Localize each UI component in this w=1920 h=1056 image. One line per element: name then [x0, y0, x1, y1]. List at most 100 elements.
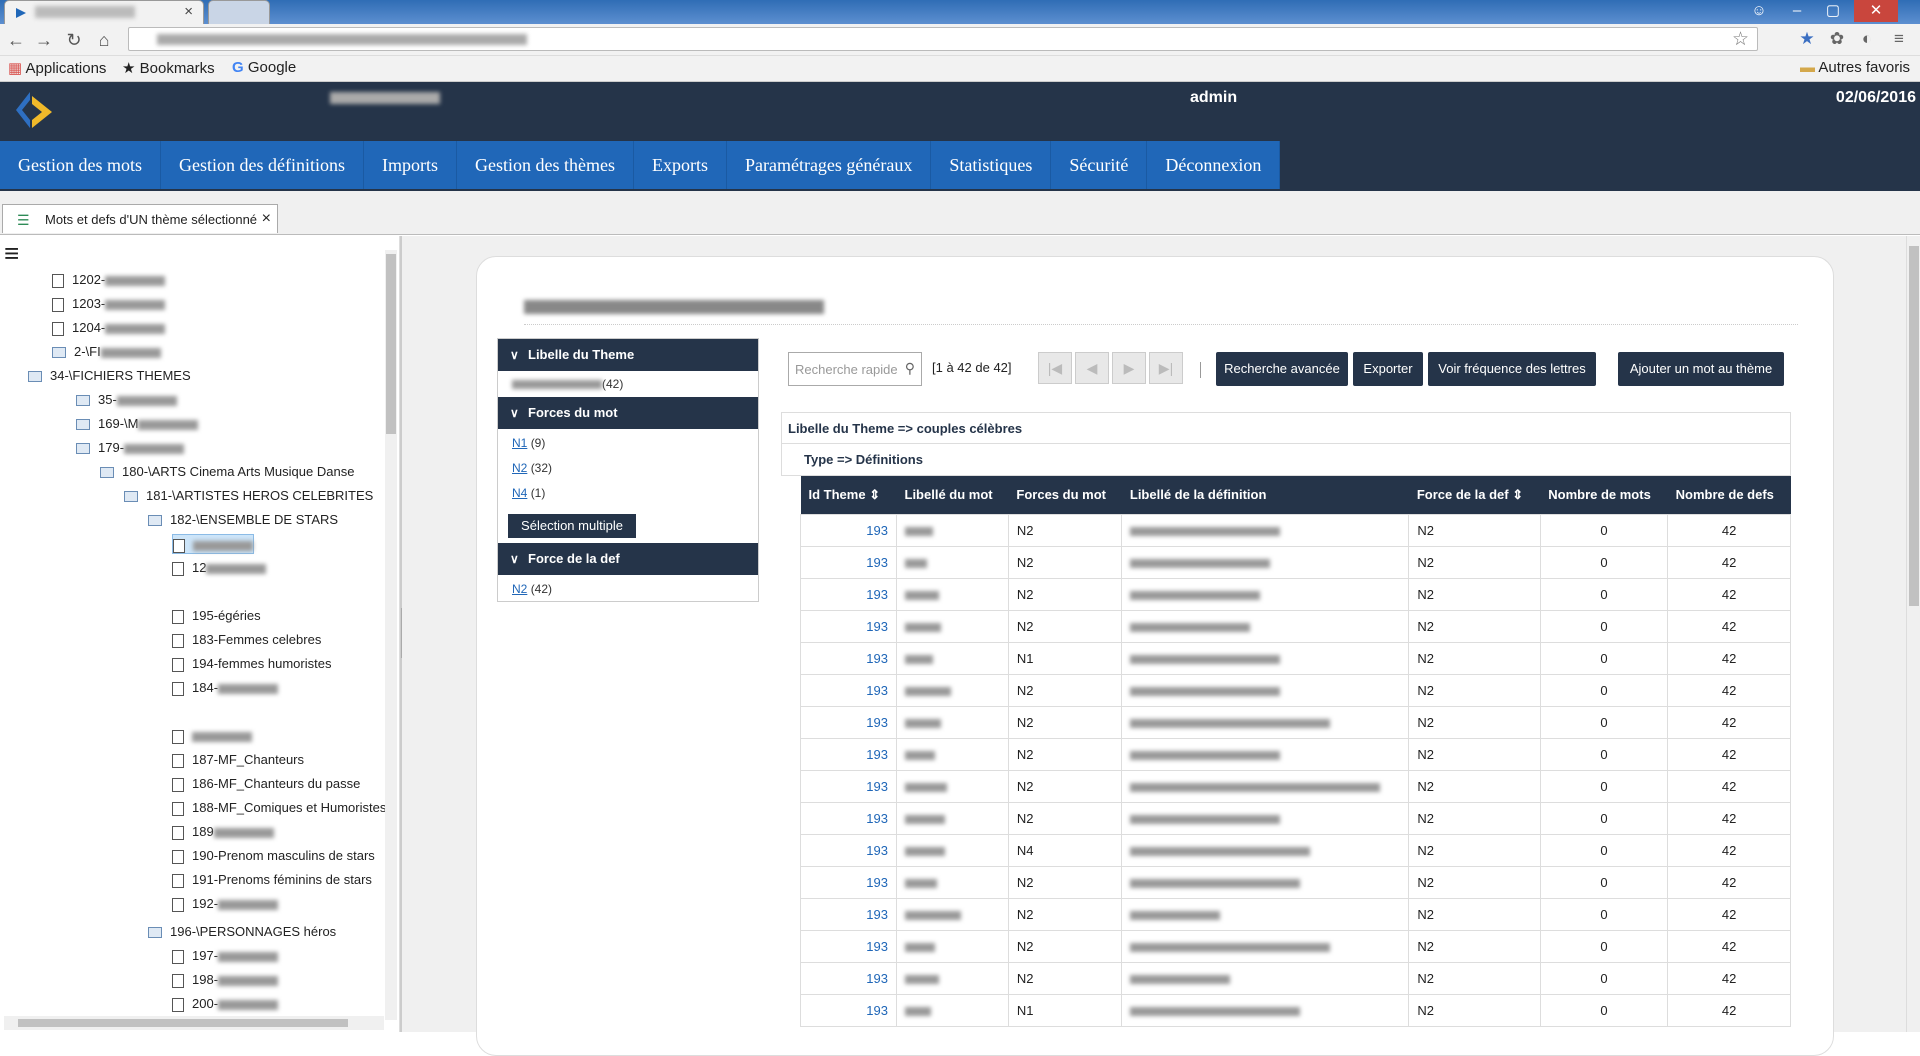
group-header-theme[interactable]: Libelle du Theme => couples célèbres — [781, 412, 1791, 444]
tree-item[interactable]: 183-Femmes celebres — [172, 630, 321, 650]
column-header[interactable]: Nombre de mots — [1540, 476, 1668, 514]
group-header-type[interactable]: Type => Définitions — [781, 444, 1791, 476]
tree-item[interactable]: 186-MF_Chanteurs du passe — [172, 774, 360, 794]
tree-item[interactable]: 1202- — [52, 270, 166, 290]
search-icon[interactable]: ⚲ — [905, 360, 915, 377]
tree-folder[interactable]: 180-\ARTS Cinema Arts Musique Danse — [100, 462, 354, 482]
bookmark-star-icon[interactable]: ☆ — [1732, 28, 1749, 51]
sort-icon[interactable]: ⇕ — [866, 487, 880, 502]
sort-icon[interactable]: ⇕ — [1509, 487, 1523, 502]
url-input[interactable]: ☆ — [128, 27, 1758, 51]
tree-item[interactable]: 197- — [172, 946, 279, 966]
table-row[interactable]: 193 N1 N2 0 42 — [800, 641, 1791, 675]
reload-icon[interactable]: ↻ — [62, 28, 86, 52]
menu-item[interactable]: Gestion des thèmes — [457, 141, 634, 189]
tree-item[interactable]: 12 — [172, 558, 267, 578]
tree-horizontal-scrollbar[interactable] — [4, 1016, 384, 1030]
menu-item[interactable]: Imports — [364, 141, 457, 189]
hamburger-icon[interactable]: ≡ — [4, 240, 19, 266]
column-header[interactable]: Libellé du mot — [896, 476, 1009, 514]
tree-folder[interactable]: 196-\PERSONNAGES héros — [148, 922, 336, 942]
menu-item[interactable]: Exports — [634, 141, 727, 189]
new-tab-button[interactable] — [208, 0, 270, 24]
extension-icon[interactable]: ◐ — [1856, 29, 1878, 51]
extension-icon[interactable]: ★ — [1796, 29, 1818, 51]
export-button[interactable]: Exporter — [1353, 352, 1423, 386]
table-row[interactable]: 193 N2 N2 0 42 — [800, 737, 1791, 771]
menu-item[interactable]: Paramétrages généraux — [727, 141, 932, 189]
table-row[interactable]: 193 N2 N2 0 42 — [800, 929, 1791, 963]
home-icon[interactable]: ⌂ — [92, 28, 116, 52]
column-header[interactable]: Nombre de defs — [1667, 476, 1791, 514]
close-tab-icon[interactable]: × — [184, 3, 193, 20]
facet-force-n2[interactable]: N2 (32) — [512, 461, 552, 475]
table-row[interactable]: 193 N2 N2 0 42 — [800, 705, 1791, 739]
tree-item[interactable]: 1203- — [52, 294, 166, 314]
tree-item[interactable]: 191-Prenoms féminins de stars — [172, 870, 372, 890]
tree-item[interactable]: 189 — [172, 822, 274, 842]
table-row[interactable]: 193 N2 N2 0 42 — [800, 577, 1791, 611]
browser-tab-active[interactable]: × — [4, 0, 204, 24]
facet-forces-header[interactable]: Forces du mot — [498, 397, 758, 429]
facet-force-n1[interactable]: N1 (9) — [512, 436, 545, 450]
first-page-icon[interactable]: |◀ — [1038, 352, 1072, 384]
column-header[interactable]: Force de la def ⇕ — [1408, 476, 1541, 514]
tree-folder[interactable]: 34-\FICHIERS THEMES — [28, 366, 191, 386]
facet-force-n4[interactable]: N4 (1) — [512, 486, 545, 500]
tree-item[interactable]: 187-MF_Chanteurs — [172, 750, 304, 770]
table-row[interactable]: 193 N2 N2 0 42 — [800, 769, 1791, 803]
table-row[interactable]: 193 N2 N2 0 42 — [800, 865, 1791, 899]
table-row[interactable]: 193 N2 N2 0 42 — [800, 545, 1791, 579]
menu-item[interactable]: Gestion des définitions — [161, 141, 364, 189]
advanced-search-button[interactable]: Recherche avancée — [1216, 352, 1348, 386]
menu-icon[interactable]: ≡ — [1888, 29, 1910, 51]
table-row[interactable]: 193 N2 N2 0 42 — [800, 609, 1791, 643]
column-header[interactable]: Id Theme ⇕ — [800, 476, 897, 514]
multi-select-button[interactable]: Sélection multiple — [508, 514, 636, 538]
menu-item[interactable]: Déconnexion — [1147, 141, 1281, 189]
tree-item[interactable]: 188-MF_Comiques et Humoristes — [172, 798, 386, 818]
menu-item[interactable]: Statistiques — [931, 141, 1052, 189]
facet-theme-value[interactable]: (42) — [512, 377, 623, 391]
last-page-icon[interactable]: ▶| — [1149, 352, 1183, 384]
forward-icon[interactable]: → — [32, 28, 56, 52]
back-icon[interactable]: ← — [4, 28, 28, 52]
prev-page-icon[interactable]: ◀ — [1075, 352, 1109, 384]
tree-folder[interactable]: 181-\ARTISTES HEROS CELEBRITES — [124, 486, 373, 506]
google-bookmark[interactable]: G Google — [232, 59, 296, 76]
maximize-icon[interactable]: ▢ — [1816, 0, 1850, 22]
bookmarks-folder[interactable]: ★ Bookmarks — [122, 59, 215, 77]
page-scrollbar[interactable] — [1906, 236, 1920, 1032]
profile-icon[interactable]: ☺ — [1742, 0, 1776, 22]
facet-theme-header[interactable]: Libelle du Theme — [498, 339, 758, 371]
table-row[interactable]: 193 N2 N2 0 42 — [800, 897, 1791, 931]
tree-item[interactable] — [172, 726, 252, 746]
quick-search-input[interactable]: Recherche rapide ⚲ — [788, 352, 922, 386]
facet-def-n2[interactable]: N2 (42) — [512, 582, 552, 596]
table-row[interactable]: 193 N2 N2 0 42 — [800, 801, 1791, 835]
next-page-icon[interactable]: ▶ — [1112, 352, 1146, 384]
tree-folder[interactable]: 2-\FI — [52, 342, 161, 362]
tree-folder[interactable]: 169-\M — [76, 414, 199, 434]
extension-icon[interactable]: ✿ — [1826, 29, 1848, 51]
table-row[interactable]: 193 N2 N2 0 42 — [800, 673, 1791, 707]
facet-def-header[interactable]: Force de la def — [498, 543, 758, 575]
table-row[interactable]: 193 N2 N2 0 42 — [800, 961, 1791, 995]
minimize-icon[interactable]: – — [1780, 0, 1814, 22]
apps-bookmark[interactable]: ▦ Applications — [8, 59, 106, 77]
tree-item[interactable]: 184- — [172, 678, 279, 698]
tree-folder[interactable]: 182-\ENSEMBLE DE STARS — [148, 510, 338, 530]
tree-vertical-scrollbar[interactable] — [385, 250, 397, 1020]
column-header[interactable]: Libellé de la définition — [1121, 476, 1409, 514]
letter-frequency-button[interactable]: Voir fréquence des lettres — [1428, 352, 1596, 386]
close-window-icon[interactable]: ✕ — [1854, 0, 1898, 22]
table-row[interactable]: 193 N1 N2 0 42 — [800, 993, 1791, 1027]
tree-folder[interactable]: 35- — [76, 390, 177, 410]
add-word-button[interactable]: Ajouter un mot au thème — [1618, 352, 1784, 386]
tree-item[interactable]: 200- — [172, 994, 279, 1014]
column-header[interactable]: Forces du mot — [1008, 476, 1122, 514]
tree-item[interactable]: 1204- — [52, 318, 166, 338]
menu-item[interactable]: Gestion des mots — [0, 141, 161, 189]
tree-item[interactable] — [172, 534, 254, 554]
table-row[interactable]: 193 N2 N2 0 42 — [800, 513, 1791, 547]
